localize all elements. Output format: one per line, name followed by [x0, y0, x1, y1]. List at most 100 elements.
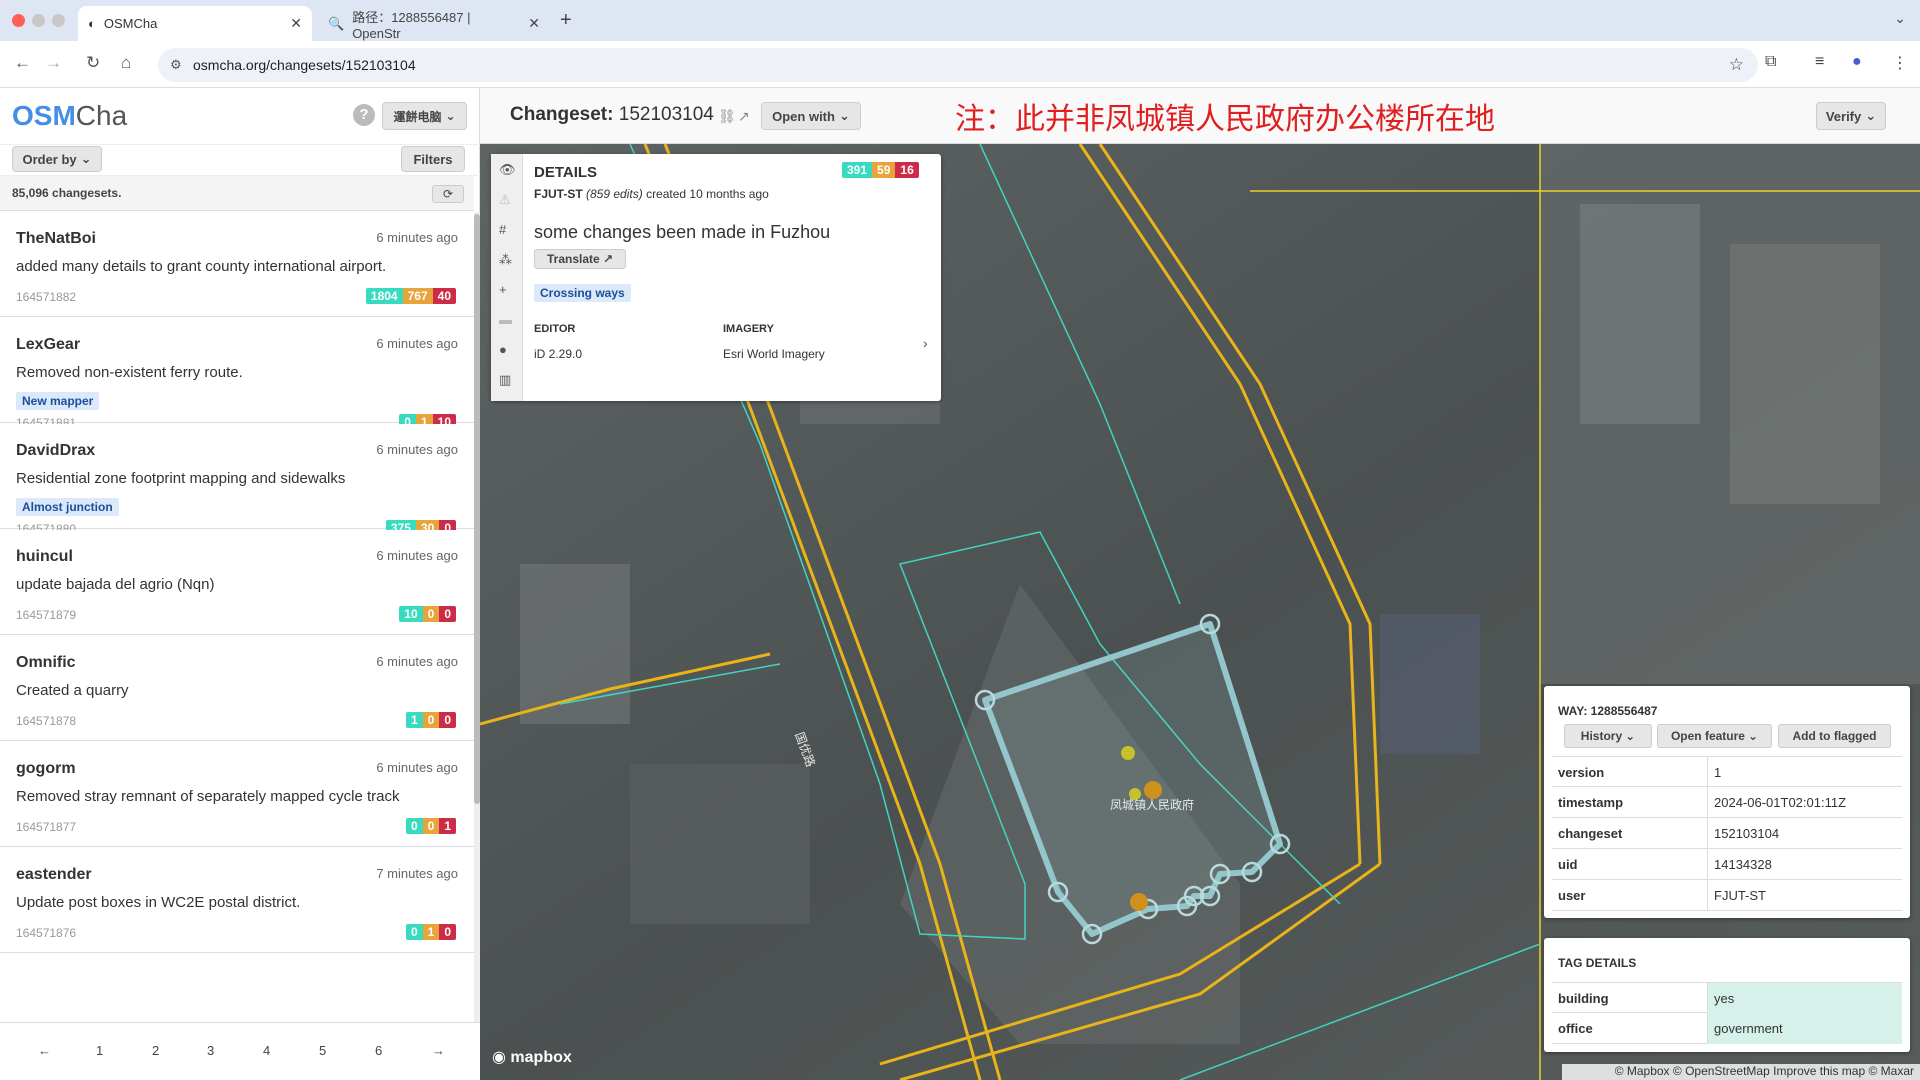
url-input[interactable]: ⚙ osmcha.org/changesets/152103104 ☆ — [158, 48, 1758, 82]
warning-icon[interactable]: ⚠ — [499, 192, 511, 208]
details-title: DETAILS — [534, 164, 598, 181]
bookmark-star-icon[interactable]: ☆ — [1729, 55, 1744, 75]
changeset-counts: 001 — [405, 818, 456, 834]
deleted-count: 0 — [439, 924, 456, 940]
comment-icon[interactable]: ▬ — [499, 312, 512, 327]
hashtag-icon[interactable]: # — [499, 222, 506, 237]
changeset-time: 6 minutes ago — [376, 442, 458, 457]
changeset-user: LexGear — [16, 336, 81, 353]
chevron-right-icon[interactable]: › — [923, 335, 928, 351]
new-tab-icon[interactable]: + — [560, 9, 572, 32]
pager-next-button[interactable]: → — [432, 1043, 445, 1058]
changeset-id: 164571876 — [16, 926, 77, 940]
changeset-list-item[interactable]: huincul 6 minutes ago update bajada del ag… — [0, 530, 474, 635]
plus-icon[interactable]: + — [499, 282, 507, 297]
pager-page-4[interactable]: 4 — [263, 1043, 270, 1058]
site-info-icon[interactable]: ⚙ — [170, 57, 182, 73]
tag-row: office government — [1552, 1013, 1902, 1044]
user-menu-button[interactable]: 運餅电脑 ⌄ — [382, 102, 467, 130]
changeset-id: 164571878 — [16, 714, 77, 728]
close-tab-icon[interactable]: ✕ — [290, 15, 302, 32]
changeset-header: Changeset: 152103104 ⛓ ↗ Open with ⌄ 注：此并… — [480, 88, 1920, 144]
pager-page-6[interactable]: 6 — [375, 1043, 382, 1058]
verify-button[interactable]: Verify ⌄ — [1816, 102, 1886, 130]
changeset-list-item[interactable]: gogorm 6 minutes ago Removed stray remnant… — [0, 742, 474, 847]
order-by-button[interactable]: Order by ⌄ — [12, 146, 102, 172]
way-attribute-value: 152103104 — [1707, 818, 1902, 849]
profile-icon[interactable]: ● — [1852, 53, 1862, 71]
add-to-flagged-button[interactable]: Add to flagged — [1778, 724, 1891, 748]
external-link-icon[interactable]: ↗ — [738, 108, 750, 125]
filters-button[interactable]: Filters — [401, 146, 465, 172]
extensions-icon[interactable]: ⧉ — [1765, 53, 1776, 71]
way-info-panel: WAY: 1288556487 History ⌄ Open feature ⌄ A… — [1544, 686, 1910, 918]
pager-prev-button[interactable]: ← — [38, 1043, 51, 1058]
map-attribution[interactable]: © Mapbox © OpenStreetMap Improve this ma… — [1562, 1064, 1920, 1080]
chevron-down-icon: ⌄ — [80, 151, 92, 166]
changeset-list-item[interactable]: LexGear 6 minutes ago Removed non-existent… — [0, 318, 474, 430]
chevron-down-icon: ⌄ — [445, 109, 456, 123]
added-count: 391 — [842, 162, 873, 178]
details-panel: 👁 ⚠ # ⁂ + ▬ ● ▥ DETAILS 391 59 16 FJUT-S… — [491, 154, 941, 401]
external-link-icon: ↗ — [603, 252, 614, 266]
help-icon[interactable]: ? — [353, 104, 375, 126]
changeset-time: 6 minutes ago — [376, 760, 458, 775]
osmcha-logo[interactable]: OSMCha — [12, 100, 127, 132]
browser-tab-osmcha[interactable]: ◐ OSMCha ✕ — [78, 6, 312, 41]
pager-page-3[interactable]: 3 — [207, 1043, 214, 1058]
address-bar: ← → ↻ ⌂ ⚙ osmcha.org/changesets/15210310… — [0, 41, 1920, 88]
way-attribute-key: uid — [1558, 857, 1578, 872]
details-user-link[interactable]: FJUT-ST — [534, 187, 583, 201]
pager-page-1[interactable]: 1 — [96, 1043, 103, 1058]
deleted-count: 40 — [432, 288, 456, 304]
way-attribute-row: timestamp 2024-06-01T02:01:11Z — [1552, 787, 1902, 818]
changeset-id: 164571882 — [16, 290, 77, 304]
browser-tab-osm-way[interactable]: 🔍 路径：1288556487 | OpenStr ✕ — [318, 6, 550, 41]
pager-page-2[interactable]: 2 — [152, 1043, 159, 1058]
eye-icon[interactable]: 👁 — [499, 162, 516, 178]
tag-row: building yes — [1552, 982, 1902, 1014]
translate-button[interactable]: Translate ↗ — [534, 249, 627, 269]
link-icon[interactable]: ⛓ — [718, 108, 736, 125]
user-icon[interactable]: ● — [499, 342, 507, 357]
forward-icon[interactable]: → — [45, 53, 62, 73]
minimize-window-button[interactable] — [32, 14, 45, 27]
browser-tab-bar: ◐ OSMCha ✕ 🔍 路径：1288556487 | OpenStr ✕ +… — [0, 0, 1920, 41]
deleted-count: 16 — [895, 162, 919, 178]
history-button[interactable]: History ⌄ — [1564, 724, 1652, 748]
maximize-window-button[interactable] — [52, 14, 65, 27]
media-icon[interactable]: ≡ — [1815, 53, 1824, 71]
changeset-list-item[interactable]: Omnific 6 minutes ago Created a quarry 1645… — [0, 636, 474, 741]
way-attribute-key: changeset — [1558, 826, 1623, 841]
features-icon[interactable]: ⁂ — [499, 252, 512, 268]
close-window-button[interactable] — [12, 14, 25, 27]
open-feature-button[interactable]: Open feature ⌄ — [1657, 724, 1772, 748]
tab-search-chevron-icon[interactable]: ⌄ — [1894, 10, 1906, 27]
changeset-list-item[interactable]: DavidDrax 6 minutes ago Residential zone f… — [0, 424, 474, 536]
changeset-user: Omnific — [16, 654, 76, 671]
tag-key: office — [1558, 1021, 1593, 1036]
changeset-counts: 10 0 0 — [399, 606, 456, 622]
chevron-down-icon: ⌄ — [838, 108, 850, 123]
refresh-icon[interactable]: ⟳ — [432, 185, 464, 203]
changeset-user: eastender — [16, 866, 92, 883]
back-icon[interactable]: ← — [14, 53, 31, 73]
pager-page-5[interactable]: 5 — [319, 1043, 326, 1058]
browser-menu-icon[interactable]: ⋮ — [1892, 53, 1908, 73]
changeset-count: 85,096 changesets. — [12, 186, 122, 200]
added-count: 0 — [405, 924, 423, 940]
changeset-comment: Created a quarry — [16, 682, 129, 699]
mapbox-logo[interactable]: ◉ mapbox — [492, 1047, 572, 1067]
open-with-button[interactable]: Open with ⌄ — [761, 102, 861, 130]
home-icon[interactable]: ⌂ — [121, 53, 131, 73]
changeset-list-item[interactable]: TheNatBoi 6 minutes ago added many details… — [0, 212, 474, 317]
way-attribute-key: user — [1558, 888, 1586, 903]
close-tab-icon[interactable]: ✕ — [528, 15, 540, 32]
changeset-list-item[interactable]: eastender 7 minutes ago Update post boxes … — [0, 848, 474, 953]
building-label: 凤城镇人民政府 — [1110, 797, 1194, 812]
modified-count: 0 — [422, 818, 440, 834]
reload-icon[interactable]: ↻ — [86, 53, 100, 73]
flag-badge: Almost junction — [16, 498, 119, 516]
imagery-value: Esri World Imagery — [723, 347, 825, 361]
map-layers-icon[interactable]: ▥ — [499, 372, 511, 388]
